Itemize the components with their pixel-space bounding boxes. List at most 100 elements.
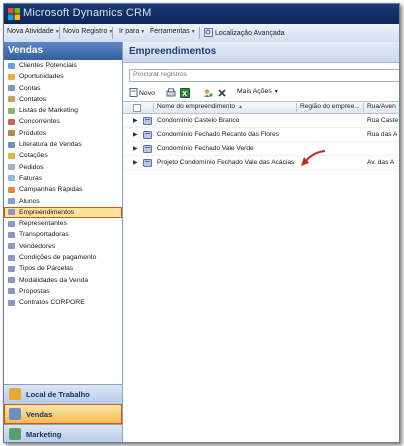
sidebar-item-vendedores[interactable]: Vendedores bbox=[4, 241, 122, 252]
sidebar-item-propostas[interactable]: Propostas bbox=[4, 286, 122, 297]
svg-text:X: X bbox=[182, 91, 187, 98]
sidebar-item-faturas[interactable]: Faturas bbox=[4, 173, 122, 184]
marketing-icon bbox=[9, 428, 21, 440]
expand-row-icon[interactable]: ▶ bbox=[133, 117, 138, 124]
product-icon bbox=[8, 130, 15, 137]
sales-literature-icon bbox=[8, 141, 15, 148]
content-header: Empreendimentos bbox=[123, 42, 399, 63]
sidebar-item-label: Produtos bbox=[19, 129, 47, 137]
menu-ir-para[interactable]: Ir para▼ bbox=[119, 28, 145, 35]
crm-window: Microsoft Dynamics CRM Nova Atividade▼ N… bbox=[3, 3, 400, 443]
sidebar-item-condicoes-de-pagamento[interactable]: Condições de pagamento bbox=[4, 252, 122, 263]
sidebar-item-label: Faturas bbox=[19, 174, 43, 182]
sidebar-item-tipos-de-parcelas[interactable]: Tipos de Parcelas bbox=[4, 263, 122, 274]
entity-icon bbox=[8, 288, 15, 295]
contact-icon bbox=[8, 96, 15, 103]
marketing-list-icon bbox=[8, 107, 15, 114]
sidebar-item-listas-de-marketing[interactable]: Listas de Marketing bbox=[4, 105, 122, 116]
sidebar-item-label: Campanhas Rápidas bbox=[19, 186, 83, 194]
workspace-local-de-trabalho-button[interactable]: Local de Trabalho bbox=[4, 384, 122, 404]
lead-icon bbox=[8, 62, 15, 69]
sidebar-item-label: Concorrentes bbox=[19, 118, 60, 126]
print-icon[interactable] bbox=[166, 88, 176, 98]
table-row[interactable]: ▶ Condomínio Fechado Vale Verde bbox=[123, 142, 399, 156]
column-header-regiao[interactable]: Região do empree... bbox=[300, 103, 360, 110]
menu-label: Localização Avançada bbox=[215, 30, 285, 37]
main-content: Empreendimentos Procurar registros Novo … bbox=[123, 42, 399, 442]
column-header-label: Rua/Aven bbox=[367, 103, 396, 110]
workspace-marketing-button[interactable]: Marketing bbox=[4, 424, 122, 442]
sidebar-item-pedidos[interactable]: Pedidos bbox=[4, 162, 122, 173]
menu-label: Nova Atividade bbox=[7, 28, 54, 35]
sidebar-item-clientes-potenciais[interactable]: Clientes Potenciais bbox=[4, 60, 122, 71]
table-row[interactable]: ▶ Projeto Condomínio Fechado Vale das Ac… bbox=[123, 156, 399, 170]
column-header-rua[interactable]: Rua/Aven bbox=[367, 103, 396, 110]
record-icon bbox=[143, 130, 152, 139]
sidebar-item-contatos[interactable]: Contatos bbox=[4, 94, 122, 105]
sidebar-item-concorrentes[interactable]: Concorrentes bbox=[4, 116, 122, 127]
menu-novo-registro[interactable]: Novo Registro▼ bbox=[63, 28, 113, 35]
sidebar-item-cotacoes[interactable]: Cotações bbox=[4, 150, 122, 161]
sidebar-item-label: Representantes bbox=[19, 220, 67, 228]
column-separator bbox=[153, 103, 154, 112]
entity-icon bbox=[8, 198, 15, 205]
grid-toolbar: Novo X Mais Ações ▼ bbox=[123, 87, 399, 101]
delete-icon[interactable] bbox=[217, 88, 227, 98]
entity-icon bbox=[8, 265, 15, 272]
cell-rua: Rua das A bbox=[367, 130, 398, 138]
sidebar-item-label: Contratos CORPORE bbox=[19, 299, 85, 307]
sidebar-item-campanhas-rapidas[interactable]: Campanhas Rápidas bbox=[4, 184, 122, 195]
record-icon bbox=[143, 144, 152, 153]
menu-nova-atividade[interactable]: Nova Atividade▼ bbox=[7, 28, 60, 35]
excel-export-icon[interactable]: X bbox=[180, 88, 190, 98]
new-record-icon bbox=[129, 88, 138, 97]
sidebar-item-label: Contas bbox=[19, 84, 41, 92]
workspace-buttons: Local de Trabalho Vendas Marketing bbox=[4, 382, 122, 442]
table-row[interactable]: ▶ Condomínio Fechado Recanto das Flores … bbox=[123, 128, 399, 142]
menu-ferramentas[interactable]: Ferramentas▼ bbox=[150, 28, 196, 35]
entity-icon bbox=[8, 277, 15, 284]
select-all-checkbox[interactable] bbox=[133, 104, 141, 112]
sidebar-item-transportadoras[interactable]: Transportadoras bbox=[4, 229, 122, 240]
sidebar-item-literatura-de-vendas[interactable]: Literatura de Vendas bbox=[4, 139, 122, 150]
quick-campaign-icon bbox=[8, 186, 15, 193]
column-header-nome[interactable]: Nome do empreendimento ▲ bbox=[157, 103, 243, 110]
cell-nome: Condomínio Castelo Branco bbox=[157, 116, 240, 124]
expand-row-icon[interactable]: ▶ bbox=[133, 159, 138, 166]
entity-icon bbox=[8, 231, 15, 238]
expand-row-icon[interactable]: ▶ bbox=[133, 145, 138, 152]
annotation-arrow-icon bbox=[301, 150, 326, 166]
sidebar-item-representantes[interactable]: Representantes bbox=[4, 218, 122, 229]
workspace-label: Vendas bbox=[26, 410, 53, 419]
search-input[interactable]: Procurar registros bbox=[129, 69, 399, 82]
more-actions-button[interactable]: Mais Ações ▼ bbox=[237, 88, 279, 95]
menu-localizacao-avancada[interactable]: Localização Avançada bbox=[204, 28, 285, 37]
sidebar-item-alunos[interactable]: Alunos bbox=[4, 196, 122, 207]
sidebar-item-label: Literatura de Vendas bbox=[19, 141, 82, 149]
sidebar-item-contas[interactable]: Contas bbox=[4, 83, 122, 94]
cell-nome: Condomínio Fechado Recanto das Flores bbox=[157, 130, 280, 138]
new-button[interactable]: Novo bbox=[129, 88, 155, 97]
nav-title: Vendas bbox=[8, 45, 44, 56]
sidebar-item-label: Cotações bbox=[19, 152, 48, 160]
entity-icon bbox=[8, 209, 15, 216]
menu-label: Novo Registro bbox=[63, 28, 108, 35]
sidebar-item-contratos-corpore[interactable]: Contratos CORPORE bbox=[4, 297, 122, 308]
sidebar-item-oportunidades[interactable]: Oportunidades bbox=[4, 71, 122, 82]
app-title: Microsoft Dynamics CRM bbox=[23, 7, 152, 19]
sidebar-item-label: Listas de Marketing bbox=[19, 107, 78, 115]
sidebar-item-label: Propostas bbox=[19, 287, 50, 295]
left-nav-pane: Vendas Clientes Potenciais Oportunidades… bbox=[4, 42, 123, 442]
table-row[interactable]: ▶ Condomínio Castelo Branco Rua Caste bbox=[123, 114, 399, 128]
sidebar-item-label: Contatos bbox=[19, 95, 47, 103]
nav-header: Vendas bbox=[4, 42, 122, 60]
account-icon bbox=[8, 85, 15, 92]
sidebar-item-label: Empreendimentos bbox=[19, 208, 75, 216]
assign-icon[interactable] bbox=[203, 88, 213, 98]
sidebar-item-produtos[interactable]: Produtos bbox=[4, 128, 122, 139]
sidebar-item-empreendimentos[interactable]: Empreendimentos bbox=[4, 206, 122, 219]
menu-label: Ir para bbox=[119, 28, 140, 35]
sidebar-item-modalidades-da-venda[interactable]: Modalidades da Venda bbox=[4, 275, 122, 286]
expand-row-icon[interactable]: ▶ bbox=[133, 131, 138, 138]
workspace-vendas-button[interactable]: Vendas bbox=[4, 404, 122, 424]
